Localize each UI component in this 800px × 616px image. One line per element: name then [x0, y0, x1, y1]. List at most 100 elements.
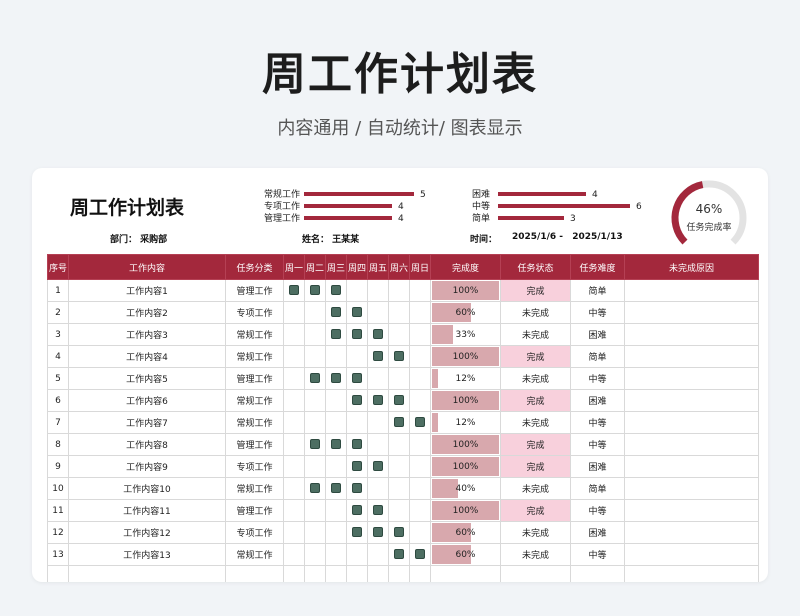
- table-row[interactable]: 10 工作内容10 常规工作 40% 未完成 简单: [47, 477, 759, 500]
- day-cell[interactable]: [409, 543, 431, 566]
- checked-box-icon[interactable]: [373, 351, 383, 362]
- day-cell[interactable]: [409, 367, 431, 390]
- column-header[interactable]: 周六: [388, 254, 410, 280]
- table-row[interactable]: 5 工作内容5 管理工作 12% 未完成 中等: [47, 367, 759, 390]
- day-cell[interactable]: [367, 543, 389, 566]
- reason-cell[interactable]: [624, 367, 759, 390]
- checked-box-icon[interactable]: [352, 527, 362, 538]
- checked-box-icon[interactable]: [310, 285, 320, 296]
- day-cell[interactable]: [409, 389, 431, 412]
- day-cell[interactable]: [283, 521, 305, 544]
- day-cell[interactable]: [325, 455, 347, 478]
- column-header[interactable]: 周三: [325, 254, 347, 280]
- day-cell[interactable]: [304, 477, 326, 500]
- day-cell[interactable]: [304, 499, 326, 522]
- reason-cell[interactable]: [624, 345, 759, 368]
- day-cell[interactable]: [304, 367, 326, 390]
- day-cell[interactable]: [388, 455, 410, 478]
- checked-box-icon[interactable]: [373, 461, 383, 472]
- table-row[interactable]: 7 工作内容7 常规工作 12% 未完成 中等: [47, 411, 759, 434]
- table-row[interactable]: 2 工作内容2 专项工作 60% 未完成 中等: [47, 301, 759, 324]
- day-cell[interactable]: [388, 389, 410, 412]
- checked-box-icon[interactable]: [331, 329, 341, 340]
- checked-box-icon[interactable]: [331, 307, 341, 318]
- checked-box-icon[interactable]: [352, 307, 362, 318]
- checked-box-icon[interactable]: [394, 527, 404, 538]
- table-row[interactable]: 13 工作内容13 常规工作 60% 未完成 中等: [47, 543, 759, 566]
- column-header[interactable]: 周五: [367, 254, 389, 280]
- day-cell[interactable]: [325, 301, 347, 324]
- reason-cell[interactable]: [624, 477, 759, 500]
- checked-box-icon[interactable]: [352, 505, 362, 516]
- day-cell[interactable]: [283, 411, 305, 434]
- day-cell[interactable]: [388, 499, 410, 522]
- day-cell[interactable]: [409, 345, 431, 368]
- day-cell[interactable]: [283, 543, 305, 566]
- column-header[interactable]: 未完成原因: [624, 254, 759, 280]
- day-cell[interactable]: [388, 521, 410, 544]
- day-cell[interactable]: [367, 433, 389, 456]
- reason-cell[interactable]: [624, 411, 759, 434]
- day-cell[interactable]: [283, 389, 305, 412]
- day-cell[interactable]: [283, 323, 305, 346]
- day-cell[interactable]: [283, 367, 305, 390]
- day-cell[interactable]: [325, 279, 347, 302]
- checked-box-icon[interactable]: [373, 395, 383, 406]
- day-cell[interactable]: [325, 499, 347, 522]
- day-cell[interactable]: [325, 323, 347, 346]
- day-cell[interactable]: [346, 345, 368, 368]
- table-row[interactable]: 12 工作内容12 专项工作 60% 未完成 困难: [47, 521, 759, 544]
- day-cell[interactable]: [346, 521, 368, 544]
- checked-box-icon[interactable]: [352, 395, 362, 406]
- day-cell[interactable]: [367, 477, 389, 500]
- day-cell[interactable]: [283, 345, 305, 368]
- day-cell[interactable]: [388, 323, 410, 346]
- reason-cell[interactable]: [624, 389, 759, 412]
- day-cell[interactable]: [325, 367, 347, 390]
- column-header[interactable]: 周二: [304, 254, 326, 280]
- checked-box-icon[interactable]: [331, 285, 341, 296]
- day-cell[interactable]: [388, 411, 410, 434]
- day-cell[interactable]: [388, 279, 410, 302]
- day-cell[interactable]: [283, 301, 305, 324]
- checked-box-icon[interactable]: [352, 461, 362, 472]
- reason-cell[interactable]: [624, 433, 759, 456]
- checked-box-icon[interactable]: [394, 417, 404, 428]
- day-cell[interactable]: [304, 345, 326, 368]
- day-cell[interactable]: [346, 367, 368, 390]
- checked-box-icon[interactable]: [310, 373, 320, 384]
- column-header[interactable]: 任务难度: [570, 254, 625, 280]
- table-row[interactable]: 4 工作内容4 常规工作 100% 完成 简单: [47, 345, 759, 368]
- day-cell[interactable]: [367, 301, 389, 324]
- checked-box-icon[interactable]: [415, 417, 425, 428]
- day-cell[interactable]: [346, 389, 368, 412]
- day-cell[interactable]: [388, 345, 410, 368]
- reason-cell[interactable]: [624, 543, 759, 566]
- checked-box-icon[interactable]: [310, 439, 320, 450]
- day-cell[interactable]: [304, 521, 326, 544]
- day-cell[interactable]: [283, 433, 305, 456]
- table-row[interactable]: 11 工作内容11 管理工作 100% 完成 中等: [47, 499, 759, 522]
- column-header[interactable]: 周日: [409, 254, 431, 280]
- day-cell[interactable]: [388, 543, 410, 566]
- checked-box-icon[interactable]: [373, 329, 383, 340]
- column-header[interactable]: 周四: [346, 254, 368, 280]
- day-cell[interactable]: [409, 411, 431, 434]
- checked-box-icon[interactable]: [331, 439, 341, 450]
- column-header[interactable]: 任务状态: [500, 254, 571, 280]
- day-cell[interactable]: [367, 279, 389, 302]
- reason-cell[interactable]: [624, 499, 759, 522]
- day-cell[interactable]: [367, 411, 389, 434]
- day-cell[interactable]: [304, 389, 326, 412]
- checked-box-icon[interactable]: [394, 549, 404, 560]
- day-cell[interactable]: [325, 411, 347, 434]
- reason-cell[interactable]: [624, 279, 759, 302]
- day-cell[interactable]: [388, 477, 410, 500]
- day-cell[interactable]: [346, 433, 368, 456]
- day-cell[interactable]: [409, 455, 431, 478]
- day-cell[interactable]: [325, 543, 347, 566]
- day-cell[interactable]: [304, 411, 326, 434]
- reason-cell[interactable]: [624, 455, 759, 478]
- checked-box-icon[interactable]: [289, 285, 299, 296]
- day-cell[interactable]: [367, 389, 389, 412]
